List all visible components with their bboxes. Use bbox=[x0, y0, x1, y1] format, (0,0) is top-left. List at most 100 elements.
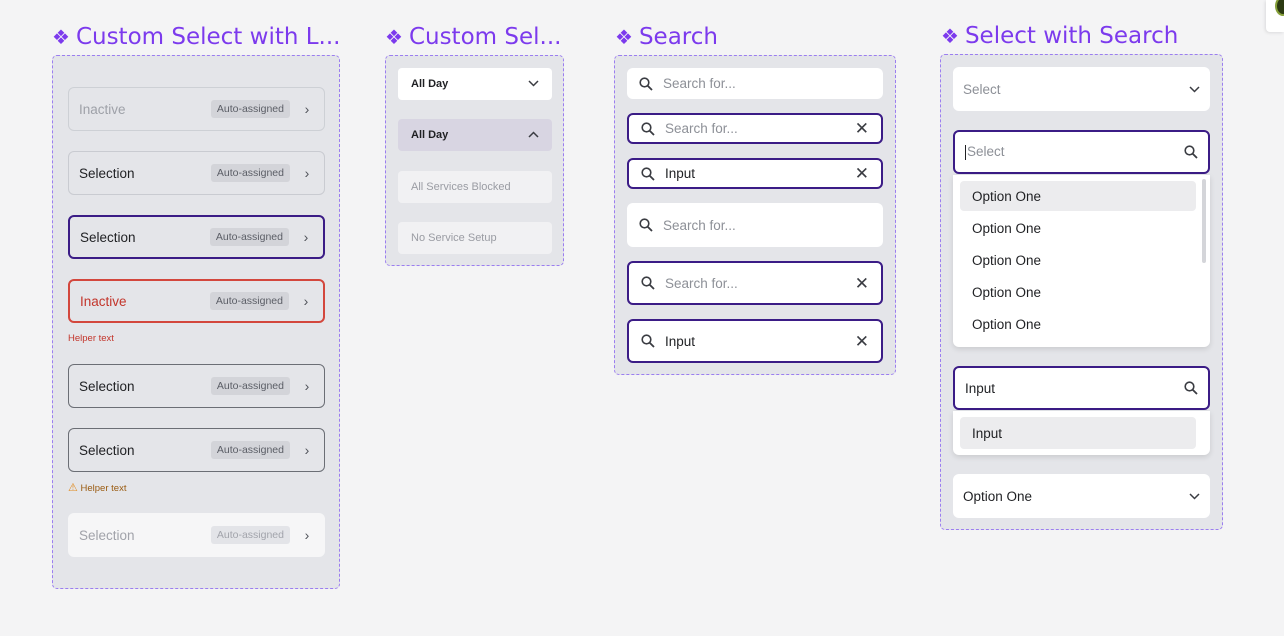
auto-assigned-badge: Auto-assigned bbox=[210, 441, 290, 459]
section-title-custom-select: ❖ Custom Sel... bbox=[385, 24, 561, 50]
clear-icon[interactable]: ✕ bbox=[855, 120, 869, 137]
dropdown-scrollbar[interactable] bbox=[1202, 179, 1206, 263]
option-item[interactable]: Option One bbox=[960, 213, 1196, 243]
filtered-dropdown: Input bbox=[953, 411, 1210, 455]
section-title-text: Select with Search bbox=[964, 23, 1179, 49]
chevron-right-icon: › bbox=[304, 165, 310, 181]
custom-select-disabled: Selection Auto-assigned › bbox=[68, 513, 325, 557]
select-label: Inactive bbox=[79, 101, 126, 117]
option-item[interactable]: Option One bbox=[960, 245, 1196, 275]
select-value: All Day bbox=[411, 78, 449, 90]
auto-assigned-badge: Auto-assigned bbox=[210, 164, 290, 182]
chevron-down-icon bbox=[1189, 82, 1200, 96]
select-label: Selection bbox=[80, 229, 136, 245]
select-no-service-setup: No Service Setup bbox=[398, 222, 552, 254]
select-placeholder: Select bbox=[963, 81, 1001, 97]
select-with-value[interactable]: Option One bbox=[953, 474, 1210, 518]
search-icon bbox=[639, 218, 653, 232]
component-diamond-icon: ❖ bbox=[615, 25, 633, 49]
chevron-right-icon: › bbox=[304, 527, 310, 543]
error-helper-text: Helper text bbox=[68, 333, 114, 344]
select-closed[interactable]: Select bbox=[953, 67, 1210, 111]
custom-select-outlined[interactable]: Selection Auto-assigned › bbox=[68, 364, 325, 408]
chevron-right-icon: › bbox=[303, 293, 309, 309]
select-search-field[interactable]: Select bbox=[965, 144, 1184, 160]
search-frame: Search for... Search for... ✕ Input ✕ Se… bbox=[614, 55, 896, 375]
select-all-day-open[interactable]: All Day bbox=[398, 119, 552, 151]
search-icon bbox=[641, 276, 655, 290]
search-icon bbox=[639, 76, 653, 91]
component-diamond-icon: ❖ bbox=[52, 25, 70, 49]
search-box-focused-empty[interactable]: Search for... ✕ bbox=[627, 113, 883, 144]
search-icon bbox=[1184, 145, 1198, 159]
search-box-default[interactable]: Search for... bbox=[627, 68, 883, 99]
clear-icon[interactable]: ✕ bbox=[855, 165, 869, 182]
search-icon bbox=[1184, 381, 1198, 395]
search-icon bbox=[641, 334, 655, 348]
clear-icon[interactable]: ✕ bbox=[855, 333, 869, 350]
chevron-right-icon: › bbox=[304, 442, 310, 458]
select-search-filtered[interactable]: Input bbox=[953, 366, 1210, 410]
component-diamond-icon: ❖ bbox=[385, 25, 403, 49]
options-dropdown: Option One Option One Option One Option … bbox=[953, 175, 1210, 347]
warning-icon: ⚠ bbox=[68, 482, 78, 494]
select-search-value[interactable]: Input bbox=[965, 381, 1184, 396]
section-title-custom-select-list: ❖ Custom Select with L... bbox=[52, 24, 340, 50]
search-icon bbox=[641, 121, 655, 136]
select-label: Selection bbox=[79, 378, 135, 394]
select-value: All Day bbox=[411, 129, 449, 141]
section-title-text: Custom Sel... bbox=[408, 24, 562, 50]
custom-select-list-frame: Inactive Auto-assigned › Selection Auto-… bbox=[52, 55, 340, 589]
chevron-right-icon: › bbox=[303, 229, 309, 245]
auto-assigned-badge: Auto-assigned bbox=[209, 292, 289, 310]
select-all-day-closed[interactable]: All Day bbox=[398, 68, 552, 100]
custom-select-warning[interactable]: Selection Auto-assigned › bbox=[68, 428, 325, 472]
select-label: Selection bbox=[79, 442, 135, 458]
custom-select-default[interactable]: Selection Auto-assigned › bbox=[68, 151, 325, 195]
auto-assigned-badge: Auto-assigned bbox=[210, 526, 290, 544]
search-value: Input bbox=[665, 333, 696, 349]
warning-helper: ⚠ Helper text bbox=[68, 481, 126, 494]
section-title-text: Custom Select with L... bbox=[75, 24, 341, 50]
select-label: Selection bbox=[79, 165, 135, 181]
search-placeholder: Search for... bbox=[665, 275, 738, 291]
search-placeholder: Search for... bbox=[663, 76, 736, 91]
select-label: Selection bbox=[79, 527, 135, 543]
search-icon bbox=[641, 166, 655, 181]
text-caret bbox=[965, 144, 966, 160]
custom-select-active[interactable]: Selection Auto-assigned › bbox=[68, 215, 325, 259]
option-item[interactable]: Option One bbox=[960, 277, 1196, 307]
section-title-text: Search bbox=[638, 24, 718, 50]
select-value: Option One bbox=[963, 488, 1033, 504]
select-with-search-frame: Select Select Option One Option One Opti… bbox=[940, 54, 1223, 530]
option-item[interactable]: Option One bbox=[960, 181, 1196, 211]
chevron-down-icon bbox=[528, 78, 539, 90]
component-diamond-icon: ❖ bbox=[941, 24, 959, 48]
search-value: Input bbox=[665, 166, 696, 181]
select-placeholder: Select bbox=[967, 144, 1005, 160]
clear-icon[interactable]: ✕ bbox=[855, 275, 869, 292]
chevron-right-icon: › bbox=[304, 378, 310, 394]
select-value: No Service Setup bbox=[411, 232, 497, 244]
search-box-focused-input[interactable]: Input ✕ bbox=[627, 158, 883, 189]
search-box-large-focused-empty[interactable]: Search for... ✕ bbox=[627, 261, 883, 305]
custom-select-frame: All Day All Day All Services Blocked No … bbox=[385, 55, 564, 266]
select-search-input[interactable]: Select bbox=[953, 130, 1210, 174]
chevron-right-icon: › bbox=[304, 101, 310, 117]
custom-select-error[interactable]: Inactive Auto-assigned › bbox=[68, 279, 325, 323]
select-value: All Services Blocked bbox=[411, 181, 511, 193]
search-placeholder: Search for... bbox=[663, 217, 736, 233]
search-box-large-focused-input[interactable]: Input ✕ bbox=[627, 319, 883, 363]
warning-helper-text: Helper text bbox=[80, 483, 127, 494]
auto-assigned-badge: Auto-assigned bbox=[209, 228, 289, 246]
custom-select-inactive[interactable]: Inactive Auto-assigned › bbox=[68, 87, 325, 131]
search-box-large-default[interactable]: Search for... bbox=[627, 203, 883, 247]
avatar-image bbox=[1275, 0, 1284, 16]
section-title-search: ❖ Search bbox=[615, 24, 718, 50]
option-item[interactable]: Option One bbox=[960, 309, 1196, 339]
filtered-option-item[interactable]: Input bbox=[960, 417, 1196, 449]
section-title-select-with-search: ❖ Select with Search bbox=[941, 23, 1178, 49]
auto-assigned-badge: Auto-assigned bbox=[210, 377, 290, 395]
chevron-up-icon bbox=[528, 129, 539, 141]
avatar[interactable] bbox=[1266, 0, 1284, 32]
